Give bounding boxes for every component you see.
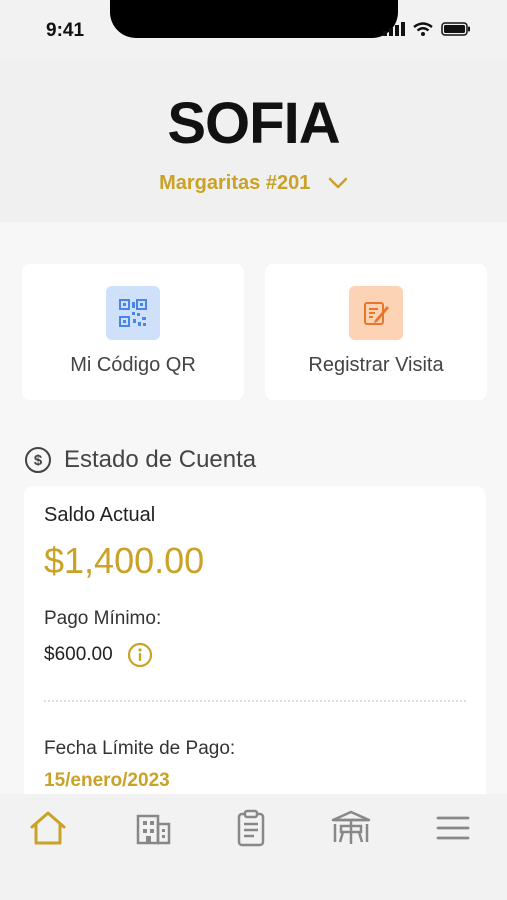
brand-logo: SOFIA xyxy=(167,91,340,156)
wifi-icon xyxy=(413,22,433,36)
status-bar: 9:41 xyxy=(0,0,507,60)
clipboard-icon xyxy=(237,809,265,847)
nav-building[interactable] xyxy=(131,808,175,848)
header: SOFIA Margaritas #201 xyxy=(0,60,507,222)
svg-text:$: $ xyxy=(34,452,43,469)
main-content: Mi Código QR Registrar Visita $ Estado d… xyxy=(0,222,507,806)
signal-icon xyxy=(383,22,405,36)
current-balance-label: Saldo Actual xyxy=(44,504,156,526)
unit-selector-label: Margaritas #201 xyxy=(159,172,311,194)
nav-menu[interactable] xyxy=(431,808,475,848)
nav-amenities[interactable] xyxy=(329,808,373,848)
home-icon xyxy=(30,811,66,845)
menu-icon xyxy=(436,816,470,840)
notch xyxy=(110,0,398,38)
qr-code-label: Mi Código QR xyxy=(70,354,196,376)
qr-code-icon xyxy=(106,286,160,340)
account-summary-card: Saldo Actual $1,400.00 Pago Mínimo: $600… xyxy=(24,486,486,806)
divider xyxy=(44,700,466,702)
amenities-icon xyxy=(331,810,371,844)
account-section-header: $ Estado de Cuenta xyxy=(24,446,256,474)
dollar-circle-icon: $ xyxy=(25,447,51,473)
unit-selector[interactable]: Margaritas #201 xyxy=(0,172,507,195)
current-balance-value: $1,400.00 xyxy=(44,540,205,581)
nav-clipboard[interactable] xyxy=(229,808,273,848)
minimum-payment-label: Pago Mínimo: xyxy=(44,608,162,629)
building-icon xyxy=(136,814,171,845)
register-visit-label: Registrar Visita xyxy=(308,354,444,376)
info-icon[interactable] xyxy=(127,642,153,668)
nav-home[interactable] xyxy=(26,808,70,848)
chevron-down-icon xyxy=(328,172,348,195)
register-visit-button[interactable]: Registrar Visita xyxy=(265,264,487,400)
qr-code-button[interactable]: Mi Código QR xyxy=(22,264,244,400)
battery-icon xyxy=(441,22,470,36)
edit-note-icon xyxy=(349,286,403,340)
bottom-nav xyxy=(0,794,507,900)
minimum-payment-value: $600.00 xyxy=(44,644,113,665)
status-time: 9:41 xyxy=(46,20,85,41)
account-section-title: Estado de Cuenta xyxy=(64,446,257,473)
due-date-label: Fecha Límite de Pago: xyxy=(44,738,236,759)
due-date-value: 15/enero/2023 xyxy=(44,770,170,791)
